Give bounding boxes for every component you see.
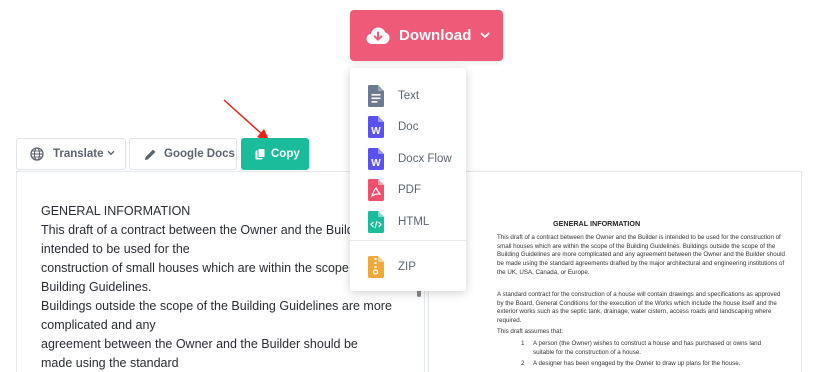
translate-label: Translate xyxy=(53,148,104,160)
google-docs-label: Google Docs xyxy=(164,148,235,160)
download-label: Download xyxy=(399,27,472,44)
editor-line: construction of small houses which are w… xyxy=(41,261,384,275)
chevron-down-icon xyxy=(107,150,115,156)
pencil-icon xyxy=(145,149,156,160)
list-number: 1 xyxy=(521,340,525,347)
page: Download Text W Doc W Docx Flow PDF HTML… xyxy=(0,0,820,372)
editor-line: Building Guidelines. xyxy=(41,280,152,294)
menu-item-pdf[interactable]: PDF xyxy=(350,176,466,204)
word-docx-icon: W xyxy=(368,148,384,170)
menu-divider xyxy=(350,240,466,241)
menu-item-label: PDF xyxy=(398,184,421,196)
menu-item-label: ZIP xyxy=(398,261,416,273)
editor-line: This draft of a contract between the Own… xyxy=(41,223,378,237)
html-file-icon xyxy=(368,211,384,233)
cloud-download-icon xyxy=(366,24,390,48)
copy-icon xyxy=(255,148,266,160)
menu-item-label: Docx Flow xyxy=(398,153,452,165)
translate-button[interactable]: Translate xyxy=(16,138,126,170)
google-docs-button[interactable]: Google Docs xyxy=(129,138,237,170)
globe-icon xyxy=(30,147,44,161)
editor-line: agreement between the Owner and the Buil… xyxy=(41,337,358,351)
preview-paragraph: This draft of a contract between the Own… xyxy=(497,234,785,276)
editor-line: made using the standard xyxy=(41,356,179,370)
list-text: A designer has been engaged by the Owner… xyxy=(533,360,741,367)
menu-item-zip[interactable]: ZIP xyxy=(350,253,466,281)
preview-paragraph: This draft assumes that: xyxy=(497,328,564,335)
menu-item-docx-flow[interactable]: W Docx Flow xyxy=(350,145,466,173)
editor-content[interactable]: GENERAL INFORMATION This draft of a cont… xyxy=(41,202,401,372)
list-number: 2 xyxy=(521,360,525,367)
document-preview: GENERAL INFORMATION This draft of a cont… xyxy=(428,171,802,372)
copy-button[interactable]: Copy xyxy=(241,138,309,170)
list-text: A person (the Owner) wishes to construct… xyxy=(533,340,762,356)
editor-line: complicated and any xyxy=(41,318,156,332)
preview-title: GENERAL INFORMATION xyxy=(553,219,641,228)
menu-item-label: Text xyxy=(398,90,420,102)
editor-line: Buildings outside the scope of the Build… xyxy=(41,299,392,313)
copy-label: Copy xyxy=(271,148,300,160)
text-file-icon xyxy=(368,85,384,107)
svg-text:W: W xyxy=(371,158,381,169)
zip-file-icon xyxy=(368,256,384,278)
editor-line: intended to be used for the xyxy=(41,242,190,256)
chevron-down-icon xyxy=(480,31,490,41)
download-format-menu: Text W Doc W Docx Flow PDF HTML ZIP xyxy=(350,68,466,291)
preview-paragraph: A standard contract for the construction… xyxy=(497,291,781,325)
svg-text:W: W xyxy=(371,126,381,137)
menu-item-html[interactable]: HTML xyxy=(350,208,466,236)
menu-item-label: Doc xyxy=(398,121,419,133)
pdf-icon xyxy=(368,179,384,201)
menu-item-text[interactable]: Text xyxy=(350,82,466,110)
word-doc-icon: W xyxy=(368,116,384,138)
download-button[interactable]: Download xyxy=(350,10,503,61)
editor-line: GENERAL INFORMATION xyxy=(41,204,191,218)
menu-item-label: HTML xyxy=(398,216,430,228)
menu-item-doc[interactable]: W Doc xyxy=(350,113,466,141)
